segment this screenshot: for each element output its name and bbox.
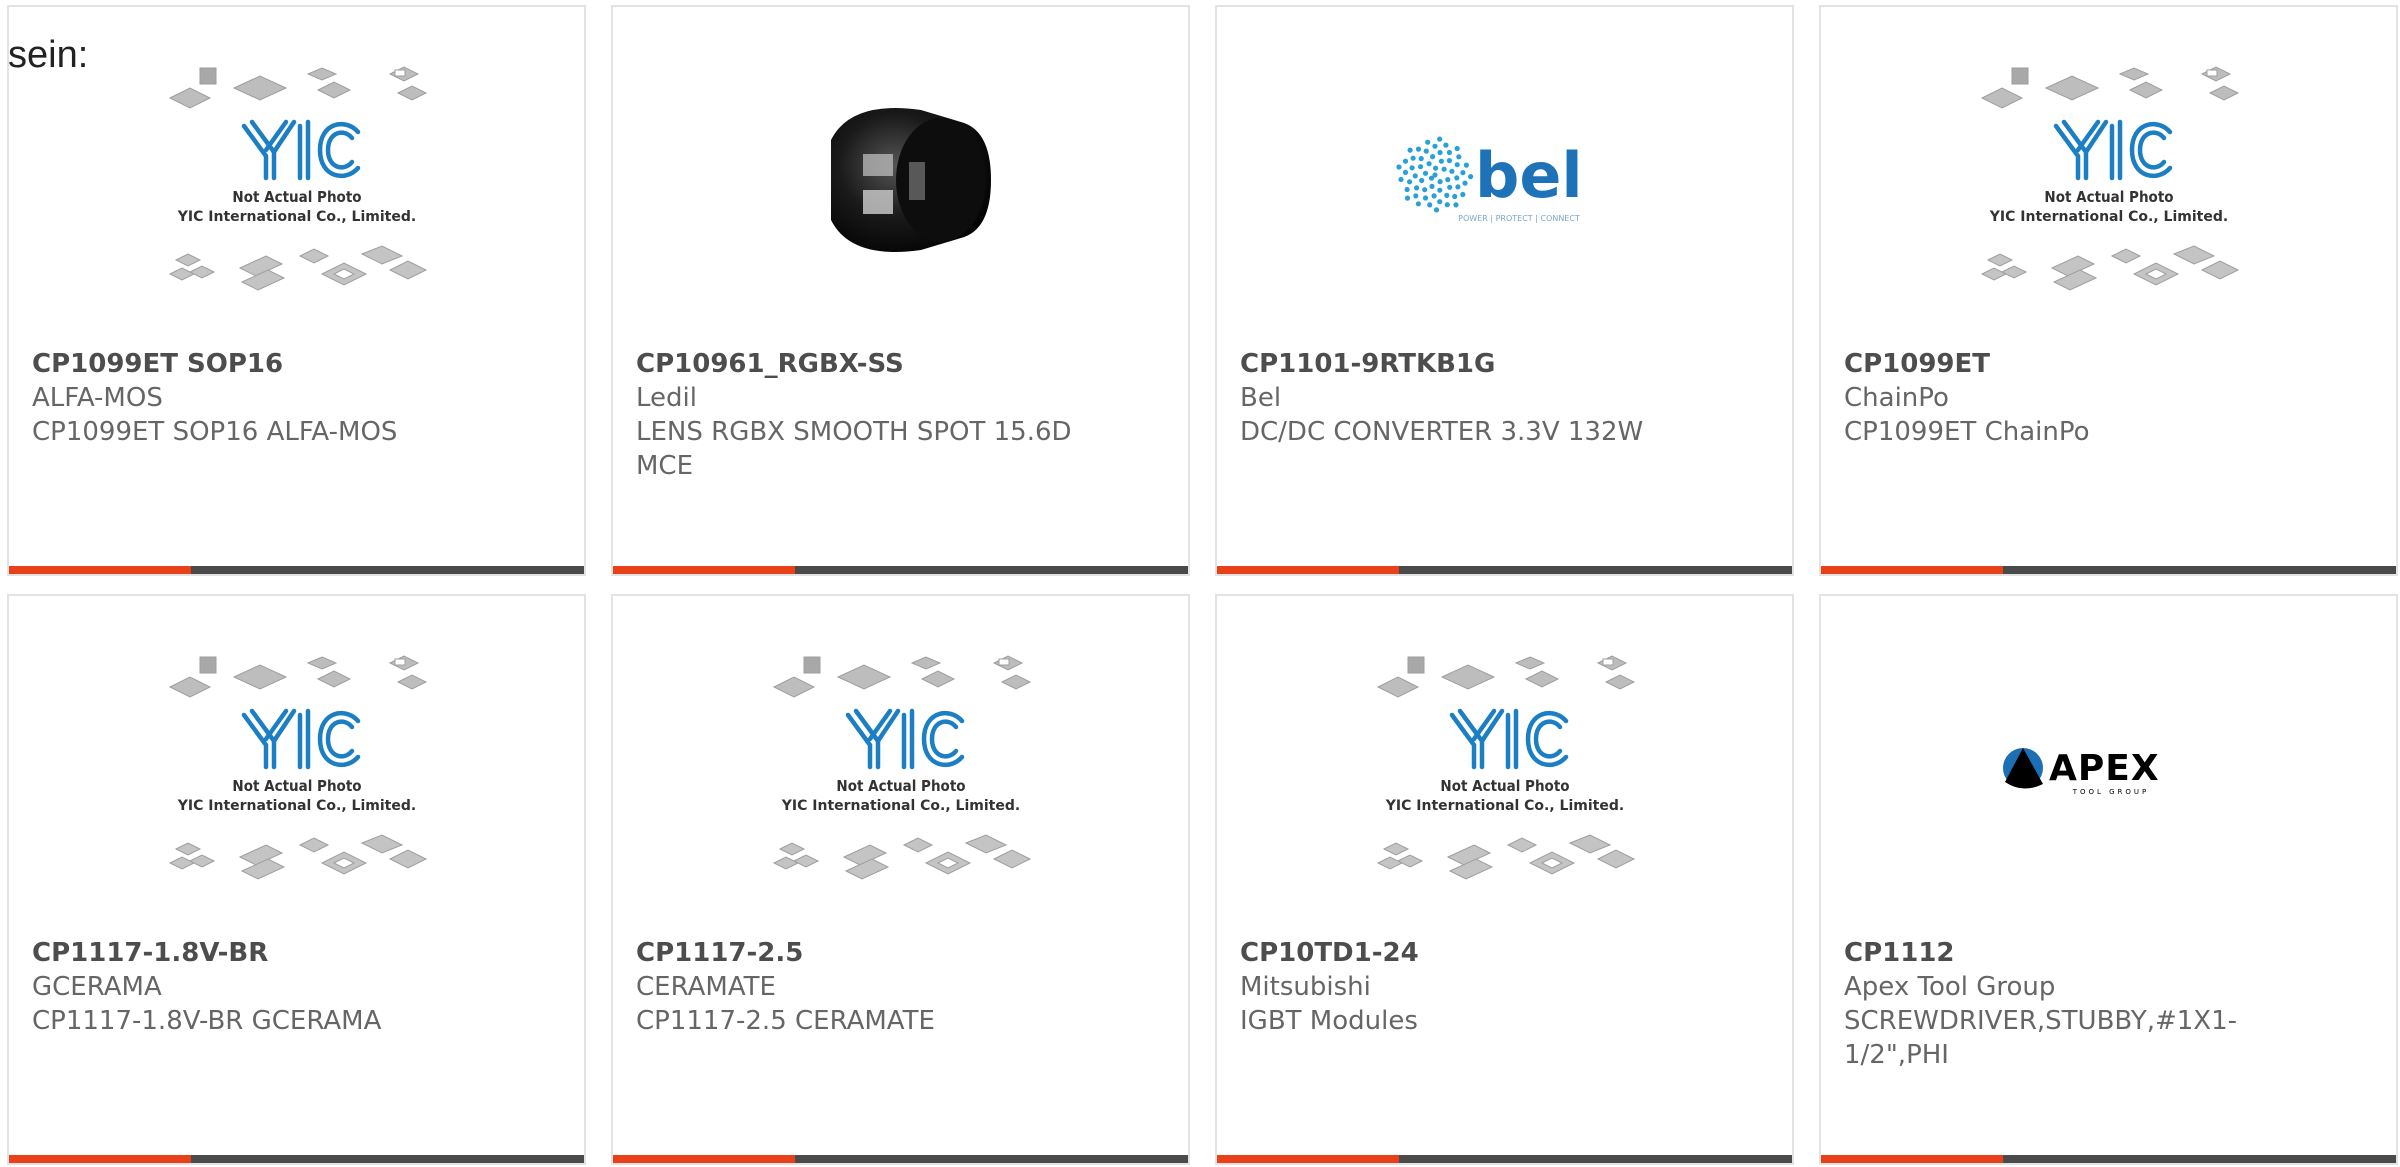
card-accent-bar — [9, 1155, 191, 1163]
product-image[interactable]: bel POWER | PROTECT | CONNECT — [1217, 7, 1792, 352]
not-actual-photo-image — [1370, 649, 1640, 889]
product-card[interactable]: CP10TD1-24 Mitsubishi IGBT Modules — [1215, 594, 1794, 1165]
product-info: CP1099ET ChainPo CP1099ET ChainPo — [1844, 347, 2296, 449]
part-number-link[interactable]: CP1112 — [1844, 936, 2296, 970]
product-image[interactable] — [613, 7, 1188, 352]
product-image[interactable] — [1821, 7, 2396, 352]
card-bottom-bar — [613, 1155, 1188, 1163]
card-accent-bar — [613, 566, 795, 574]
product-card[interactable]: CP1117-1.8V-BR GCERAMA CP1117-1.8V-BR GCER… — [7, 594, 586, 1165]
product-card[interactable]: CP1099ET SOP16 ALFA-MOS CP1099ET SOP16 ALF… — [7, 5, 586, 576]
product-card[interactable]: CP1117-2.5 CERAMATE CP1117-2.5 CERAMATE — [611, 594, 1190, 1165]
product-info: CP1117-2.5 CERAMATE CP1117-2.5 CERAMATE — [636, 936, 1088, 1038]
card-bottom-bar — [1217, 566, 1792, 574]
card-accent-bar — [613, 1155, 795, 1163]
svg-text:TOOL GROUP: TOOL GROUP — [2071, 788, 2149, 796]
intro-text: sein: — [8, 34, 89, 76]
product-info: CP1099ET SOP16 ALFA-MOS CP1099ET SOP16 ALF… — [32, 347, 484, 449]
lens-product-photo — [830, 107, 991, 252]
part-number-link[interactable]: CP1117-1.8V-BR — [32, 936, 484, 970]
product-description: SCREWDRIVER,STUBBY,#1X1-1/2",PHI — [1844, 1006, 2238, 1070]
not-actual-photo-image — [162, 60, 432, 300]
product-info: CP10961_RGBX-SS Ledil LENS RGBX SMOOTH SPO… — [636, 347, 1088, 483]
brand-name: Mitsubishi — [1240, 972, 1371, 1002]
product-description: CP1099ET ChainPo — [1844, 417, 2090, 447]
card-accent-bar — [1821, 566, 2003, 574]
part-number-link[interactable]: CP1101-9RTKB1G — [1240, 347, 1692, 381]
product-info: CP1112 Apex Tool Group SCREWDRIVER,STUBBY,… — [1844, 936, 2296, 1072]
not-actual-photo-image — [766, 649, 1036, 889]
product-description: DC/DC CONVERTER 3.3V 132W — [1240, 417, 1644, 447]
part-number-link[interactable]: CP1099ET SOP16 — [32, 347, 484, 381]
card-bottom-bar — [613, 566, 1188, 574]
product-image[interactable] — [9, 596, 584, 941]
product-description: CP1117-1.8V-BR GCERAMA — [32, 1006, 382, 1036]
part-number-link[interactable]: CP1099ET — [1844, 347, 2296, 381]
not-actual-photo-image — [1974, 60, 2244, 300]
bel-logo: bel POWER | PROTECT | CONNECT — [1395, 136, 1583, 223]
brand-name: Bel — [1240, 383, 1282, 413]
bel-tagline: POWER | PROTECT | CONNECT — [1458, 214, 1580, 223]
apex-tool-group-logo: APEXTOOL GROUP — [2002, 747, 2160, 796]
product-card[interactable]: CP1099ET ChainPo CP1099ET ChainPo — [1819, 5, 2398, 576]
product-image[interactable]: APEX TOOL GROUP — [1821, 596, 2396, 941]
card-bottom-bar — [9, 566, 584, 574]
product-description: CP1117-2.5 CERAMATE — [636, 1006, 935, 1036]
card-bottom-bar — [1821, 566, 2396, 574]
product-info: CP1117-1.8V-BR GCERAMA CP1117-1.8V-BR GCER… — [32, 936, 484, 1038]
brand-name: CERAMATE — [636, 972, 776, 1002]
card-accent-bar — [1217, 566, 1399, 574]
product-description: IGBT Modules — [1240, 1006, 1418, 1036]
part-number-link[interactable]: CP1117-2.5 — [636, 936, 1088, 970]
product-results-page: sein: CP1099ET SOP16 ALFA-MOS CP1099ET SOP… — [0, 0, 2400, 1167]
card-accent-bar — [9, 566, 191, 574]
svg-text:APEX: APEX — [2049, 748, 2160, 789]
brand-name: Apex Tool Group — [1844, 972, 2056, 1002]
product-info: CP1101-9RTKB1G Bel DC/DC CONVERTER 3.3V 13… — [1240, 347, 1692, 449]
brand-name: ChainPo — [1844, 383, 1949, 413]
product-card[interactable]: bel POWER | PROTECT | CONNECT CP1101-9RTKB… — [1215, 5, 1794, 576]
card-bottom-bar — [9, 1155, 584, 1163]
product-info: CP10TD1-24 Mitsubishi IGBT Modules — [1240, 936, 1692, 1038]
brand-name: GCERAMA — [32, 972, 162, 1002]
product-card[interactable]: CP10961_RGBX-SS Ledil LENS RGBX SMOOTH SPO… — [611, 5, 1190, 576]
card-bottom-bar — [1821, 1155, 2396, 1163]
card-accent-bar — [1217, 1155, 1399, 1163]
card-bottom-bar — [1217, 1155, 1792, 1163]
product-image[interactable] — [613, 596, 1188, 941]
product-description: LENS RGBX SMOOTH SPOT 15.6D MCE — [636, 417, 1072, 481]
product-grid: CP1099ET SOP16 ALFA-MOS CP1099ET SOP16 ALF… — [7, 5, 2398, 1165]
product-description: CP1099ET SOP16 ALFA-MOS — [32, 417, 398, 447]
not-actual-photo-image — [162, 649, 432, 889]
brand-name: ALFA-MOS — [32, 383, 163, 413]
product-image[interactable] — [9, 7, 584, 352]
part-number-link[interactable]: CP10961_RGBX-SS — [636, 347, 1088, 381]
product-card[interactable]: APEX TOOL GROUP CP1112 Apex Tool Group SCREW… — [1819, 594, 2398, 1165]
brand-name: Ledil — [636, 383, 697, 413]
product-image[interactable] — [1217, 596, 1792, 941]
part-number-link[interactable]: CP10TD1-24 — [1240, 936, 1692, 970]
card-accent-bar — [1821, 1155, 2003, 1163]
svg-text:bel: bel — [1475, 139, 1583, 212]
